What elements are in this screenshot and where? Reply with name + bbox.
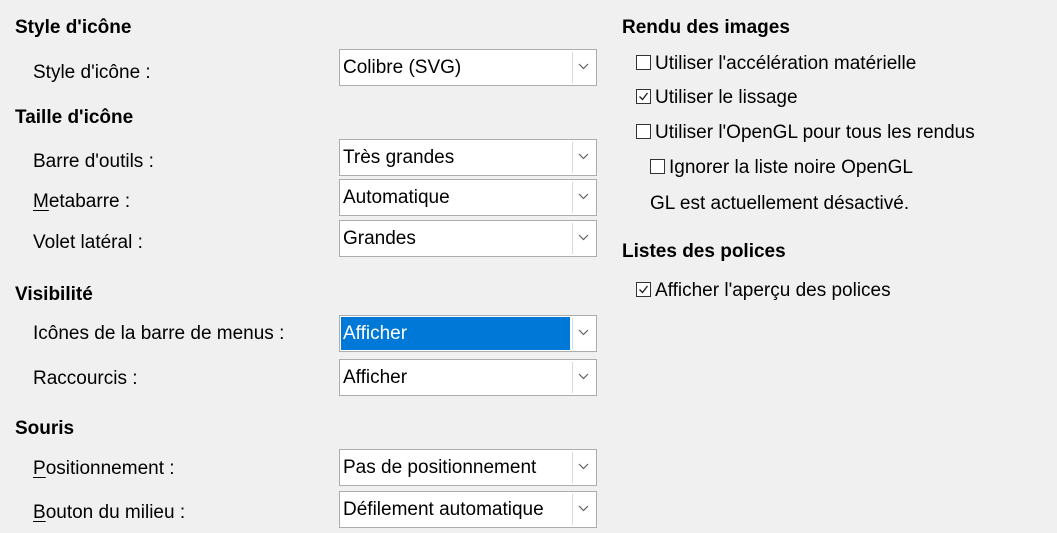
checkbox-box[interactable] [636,55,651,70]
middle-button-dropdown[interactable]: Défilement automatique [339,491,597,528]
checkbox-box[interactable] [650,159,665,174]
hw-accel-checkbox[interactable]: Utiliser l'accélération matérielle [636,52,916,76]
toolbar-size-value: Très grandes [343,147,455,168]
checkmark-icon [639,92,649,101]
checkmark-icon [639,285,649,294]
ignore-blacklist-label: Ignorer la liste noire OpenGL [669,157,913,178]
section-heading-image-rendering: Rendu des images [622,17,790,38]
section-heading-icon-size: Taille d'icône [15,107,134,128]
opengl-label: Utiliser l'OpenGL pour tous les rendus [655,122,975,143]
section-heading-font-lists: Listes des polices [622,241,786,262]
antialias-label: Utiliser le lissage [655,87,798,108]
toolbar-size-dropdown[interactable]: Très grandes [339,139,597,176]
hw-accel-label: Utiliser l'accélération matérielle [655,53,917,74]
sidebar-size-label: Volet latéral : [33,232,143,253]
shortcuts-dropdown[interactable]: Afficher [339,359,597,396]
chevron-down-icon[interactable] [572,52,594,83]
chevron-down-icon[interactable] [572,223,594,254]
opengl-checkbox[interactable]: Utiliser l'OpenGL pour tous les rendus [636,121,975,145]
chevron-down-icon[interactable] [572,142,594,173]
icon-style-value: Colibre (SVG) [343,57,462,78]
toolbar-size-label: Barre d'outils : [33,151,154,172]
chevron-down-icon[interactable] [572,494,594,525]
checkbox-box[interactable] [636,282,651,297]
section-heading-icon-style: Style d'icône [15,17,132,38]
menu-icons-value: Afficher [341,317,570,350]
font-preview-label: Afficher l'aperçu des polices [655,280,891,301]
metabar-size-value: Automatique [343,187,450,208]
shortcuts-value: Afficher [343,367,408,388]
sidebar-size-dropdown[interactable]: Grandes [339,220,597,257]
chevron-down-icon[interactable] [572,318,594,349]
positioning-value: Pas de positionnement [343,457,537,478]
checkbox-box[interactable] [636,124,651,139]
sidebar-size-value: Grandes [343,228,416,249]
icon-style-dropdown[interactable]: Colibre (SVG) [339,49,597,86]
metabar-size-dropdown[interactable]: Automatique [339,179,597,216]
positioning-dropdown[interactable]: Pas de positionnement [339,449,597,486]
checkbox-box[interactable] [636,89,651,104]
section-heading-visibility: Visibilité [15,284,93,305]
chevron-down-icon[interactable] [572,362,594,393]
font-preview-checkbox[interactable]: Afficher l'aperçu des polices [636,279,891,303]
middle-button-value: Défilement automatique [343,499,544,520]
shortcuts-label: Raccourcis : [33,368,138,389]
middle-button-label: Bouton du milieu : [33,502,186,523]
gl-status-text: GL est actuellement désactivé. [650,193,910,214]
positioning-label: Positionnement : [33,458,175,479]
icon-style-label: Style d'icône : [33,62,151,83]
menu-icons-dropdown[interactable]: Afficher [339,315,597,352]
chevron-down-icon[interactable] [572,182,594,213]
metabar-size-label: Metabarre : [33,191,131,212]
antialias-checkbox[interactable]: Utiliser le lissage [636,86,798,110]
menu-icons-label: Icônes de la barre de menus : [33,323,285,344]
section-heading-mouse: Souris [15,418,75,439]
ignore-blacklist-checkbox[interactable]: Ignorer la liste noire OpenGL [650,156,913,180]
chevron-down-icon[interactable] [572,452,594,483]
